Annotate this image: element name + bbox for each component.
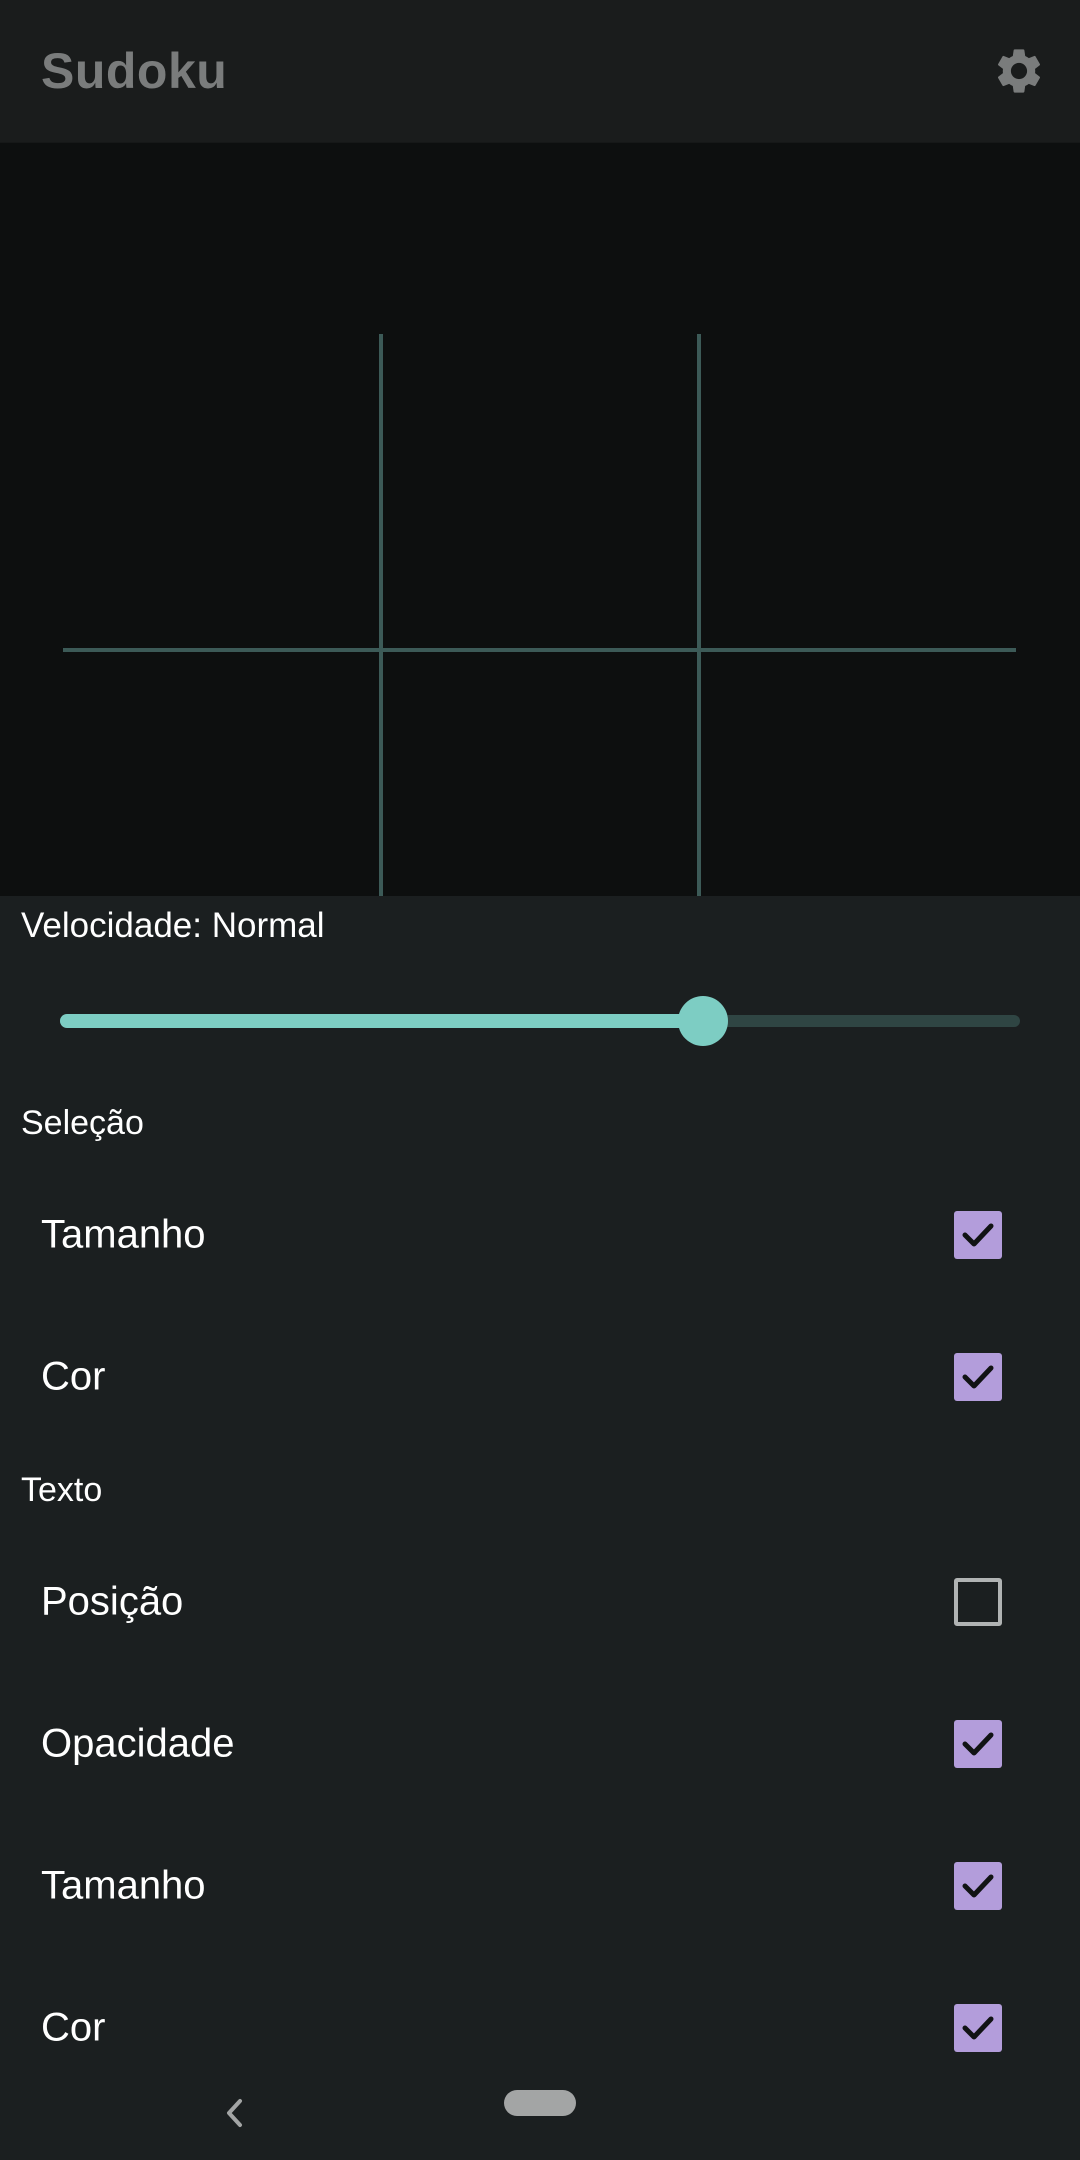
setting-label: Posição <box>41 1579 184 1624</box>
setting-row-selecao-cor[interactable]: Cor <box>0 1306 1080 1448</box>
checkbox[interactable] <box>954 1862 1002 1910</box>
app-title: Sudoku <box>41 43 228 99</box>
setting-label: Cor <box>41 1354 106 1399</box>
checkbox[interactable] <box>954 1578 1002 1626</box>
checkbox[interactable] <box>954 2004 1002 2052</box>
settings-button[interactable] <box>986 38 1052 104</box>
setting-label: Tamanho <box>41 1212 206 1257</box>
setting-row-texto-posicao[interactable]: Posição <box>0 1531 1080 1673</box>
sudoku-grid-preview <box>0 143 1080 896</box>
check-icon <box>962 1874 994 1898</box>
slider-thumb[interactable] <box>678 996 728 1046</box>
navigation-bar <box>0 2070 1080 2160</box>
check-icon <box>962 1732 994 1756</box>
gear-icon <box>997 49 1041 93</box>
settings-panel: Velocidade: Normal Seleção Tamanho Cor T… <box>0 896 1080 2070</box>
home-pill-icon[interactable] <box>504 2090 576 2116</box>
check-icon <box>962 1365 994 1389</box>
checkbox[interactable] <box>954 1353 1002 1401</box>
speed-slider[interactable] <box>60 996 1020 1046</box>
setting-label: Opacidade <box>41 1721 235 1766</box>
setting-row-texto-tamanho[interactable]: Tamanho <box>0 1815 1080 1957</box>
checkbox[interactable] <box>954 1211 1002 1259</box>
app-bar: Sudoku <box>0 0 1080 143</box>
slider-fill <box>60 1014 703 1028</box>
section-header-selecao: Seleção <box>21 1104 144 1142</box>
checkbox[interactable] <box>954 1720 1002 1768</box>
back-button[interactable] <box>214 2088 254 2138</box>
check-icon <box>962 2016 994 2040</box>
setting-label: Tamanho <box>41 1863 206 1908</box>
chevron-left-icon <box>227 2099 242 2127</box>
setting-row-selecao-tamanho[interactable]: Tamanho <box>0 1164 1080 1306</box>
grid-lines <box>63 334 1016 896</box>
check-icon <box>962 1223 994 1247</box>
setting-row-texto-cor[interactable]: Cor <box>0 1957 1080 2070</box>
setting-label: Cor <box>41 2005 106 2050</box>
speed-label: Velocidade: Normal <box>21 906 325 945</box>
section-header-texto: Texto <box>21 1471 103 1509</box>
setting-row-texto-opacidade[interactable]: Opacidade <box>0 1673 1080 1815</box>
